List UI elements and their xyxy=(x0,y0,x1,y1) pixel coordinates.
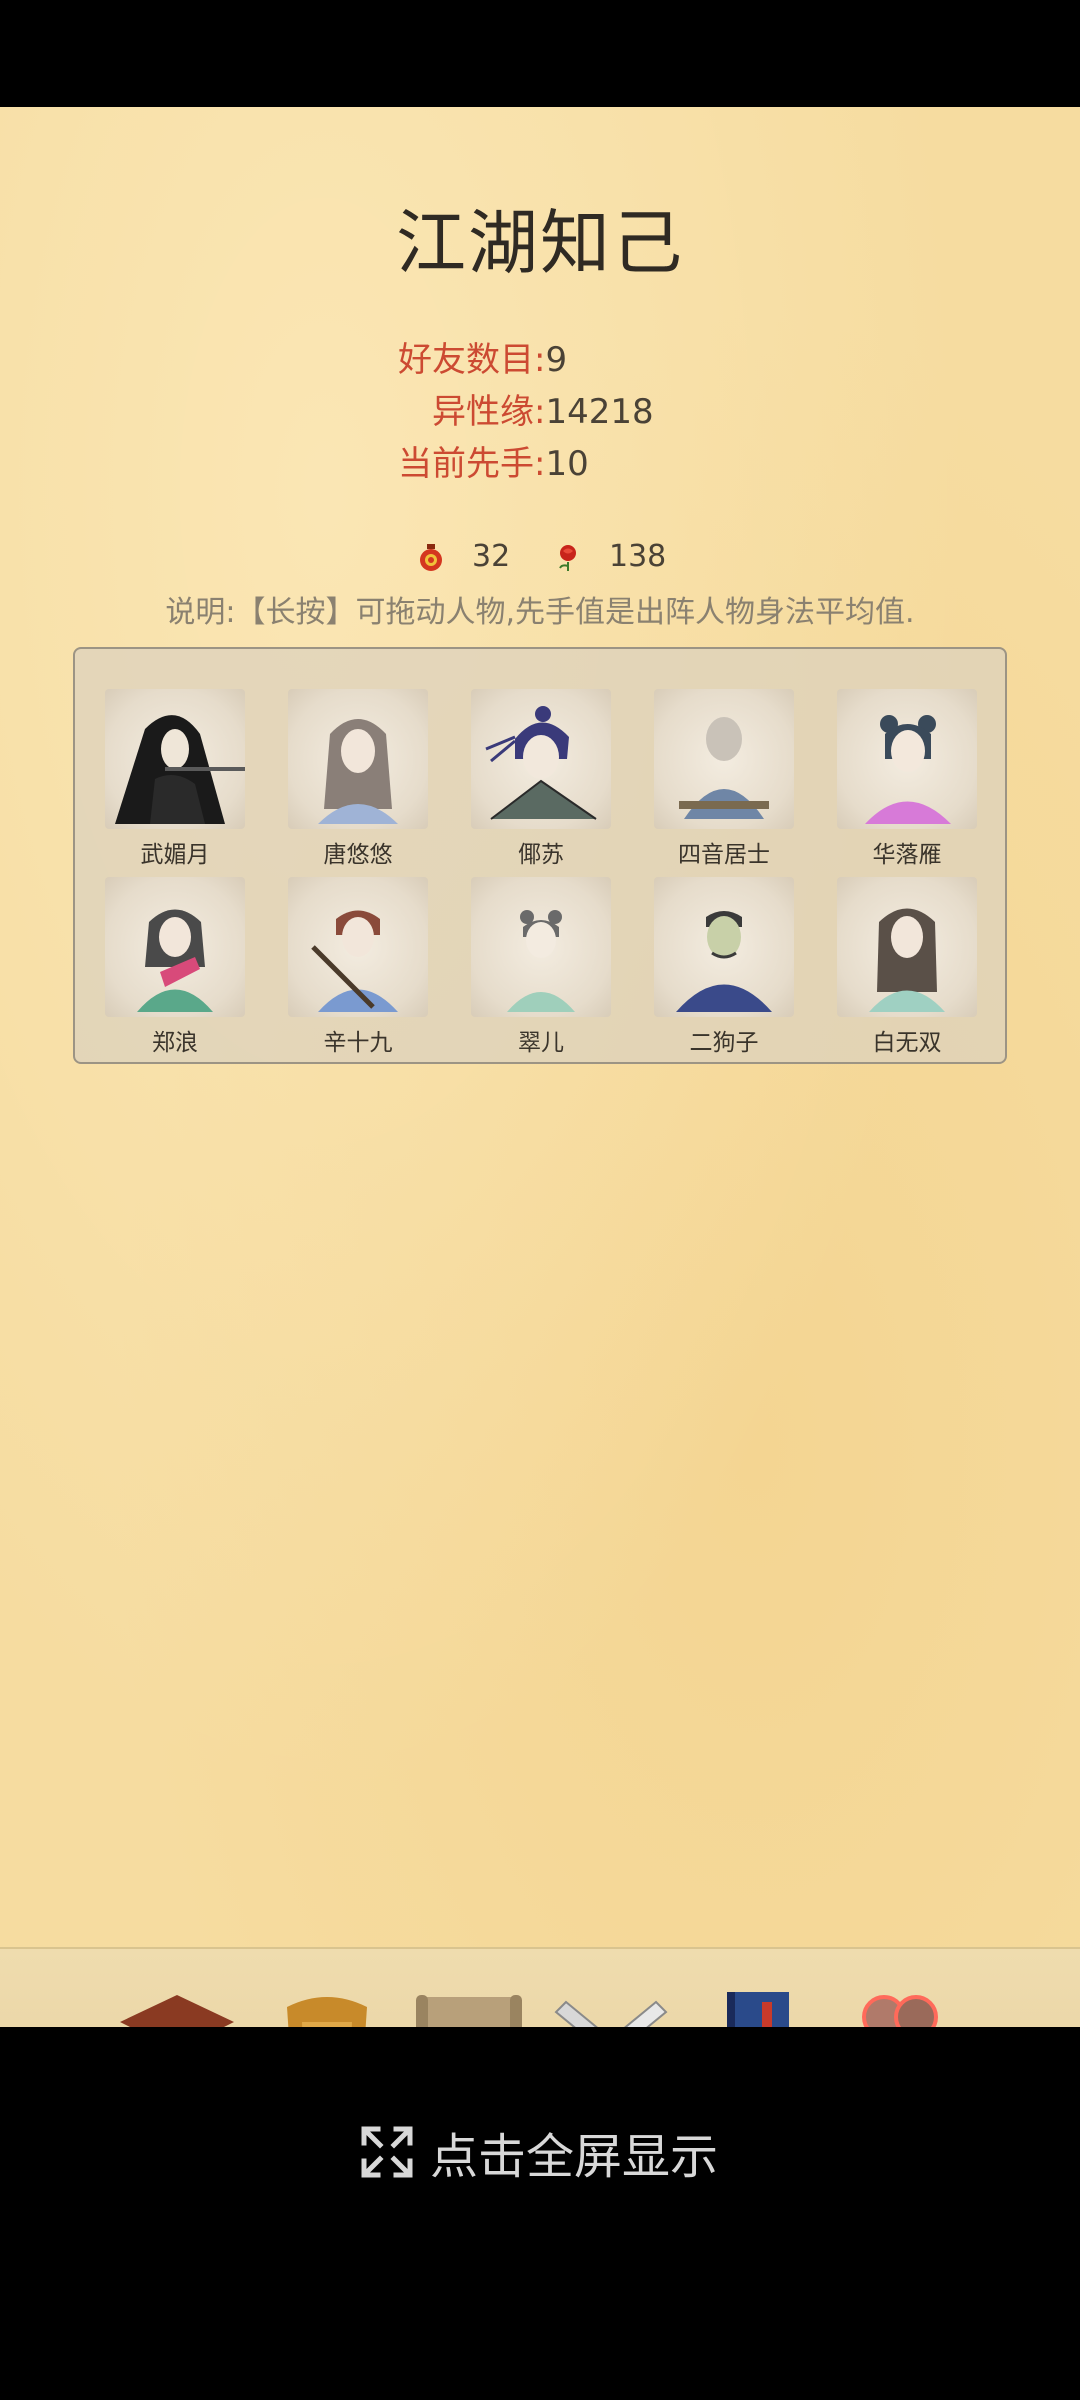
character-portrait xyxy=(471,689,611,829)
stat-charm: 异性缘:14218 xyxy=(432,384,654,436)
character-name: 郑浪 xyxy=(152,1030,198,1056)
character-portrait xyxy=(288,689,428,829)
character-card[interactable]: 辛十九 xyxy=(288,877,428,1057)
red-rose-icon xyxy=(559,544,576,571)
character-portrait xyxy=(654,689,794,829)
stat-initiative: 当前先手:10 xyxy=(398,436,589,488)
currency-bar: 32 138 xyxy=(0,539,1080,589)
currency-gourd: 32 xyxy=(416,539,510,574)
character-card[interactable]: 华落雁 xyxy=(837,689,977,869)
character-portrait xyxy=(837,689,977,829)
character-name: 四音居士 xyxy=(678,842,770,868)
character-name: 倻苏 xyxy=(518,842,564,868)
stat-friend-count: 好友数目:9 xyxy=(398,332,567,384)
character-portrait xyxy=(105,689,245,829)
fullscreen-button[interactable]: 点击全屏显示 xyxy=(360,2117,718,2187)
stat-label: 好友数目: xyxy=(398,340,546,380)
currency-rose: 138 xyxy=(553,539,666,574)
expand-icon xyxy=(361,2126,413,2178)
character-name: 翠儿 xyxy=(518,1030,564,1056)
partners-grid: 武媚月 唐悠悠 倻苏 四音居士 华落雁 郑浪 辛十九 翠儿 二狗子 白无双 xyxy=(105,689,979,1059)
character-card[interactable]: 武媚月 xyxy=(105,689,245,869)
character-card[interactable]: 唐悠悠 xyxy=(288,689,428,869)
character-portrait xyxy=(837,877,977,1017)
character-name: 武媚月 xyxy=(140,842,210,868)
fullscreen-bar: 点击全屏显示 xyxy=(0,2027,1080,2400)
character-name: 二狗子 xyxy=(689,1030,759,1056)
red-gourd-icon xyxy=(420,543,442,571)
character-card[interactable]: 倻苏 xyxy=(471,689,611,869)
character-name: 白无双 xyxy=(872,1030,942,1056)
character-card[interactable]: 二狗子 xyxy=(654,877,794,1057)
fullscreen-label: 点击全屏显示 xyxy=(430,2129,719,2185)
stat-value: 14218 xyxy=(545,392,654,432)
character-portrait xyxy=(105,877,245,1017)
stat-value: 9 xyxy=(545,340,568,380)
currency-rose-value: 138 xyxy=(609,539,667,574)
page-title: 江湖知己 xyxy=(396,202,684,284)
character-card[interactable]: 郑浪 xyxy=(105,877,245,1057)
status-bar-area xyxy=(0,0,1080,107)
character-card[interactable]: 四音居士 xyxy=(654,689,794,869)
game-screen: 江湖知己 好友数目:9 异性缘:14218 当前先手:10 32 138 说明:… xyxy=(0,107,1080,2134)
character-name: 华落雁 xyxy=(872,842,942,868)
stat-label: 异性缘: xyxy=(432,392,546,432)
stat-label: 当前先手: xyxy=(398,444,546,484)
partners-panel: 武媚月 唐悠悠 倻苏 四音居士 华落雁 郑浪 辛十九 翠儿 二狗子 白无双 xyxy=(73,647,1007,1064)
help-note: 说明:【长按】可拖动人物,先手值是出阵人物身法平均值. xyxy=(165,595,915,630)
character-name: 辛十九 xyxy=(323,1030,393,1056)
currency-gourd-value: 32 xyxy=(472,539,511,574)
character-portrait xyxy=(288,877,428,1017)
character-card[interactable]: 翠儿 xyxy=(471,877,611,1057)
character-portrait xyxy=(654,877,794,1017)
character-name: 唐悠悠 xyxy=(323,842,393,868)
character-card[interactable]: 白无双 xyxy=(837,877,977,1057)
stat-value: 10 xyxy=(545,444,589,484)
character-portrait xyxy=(471,877,611,1017)
